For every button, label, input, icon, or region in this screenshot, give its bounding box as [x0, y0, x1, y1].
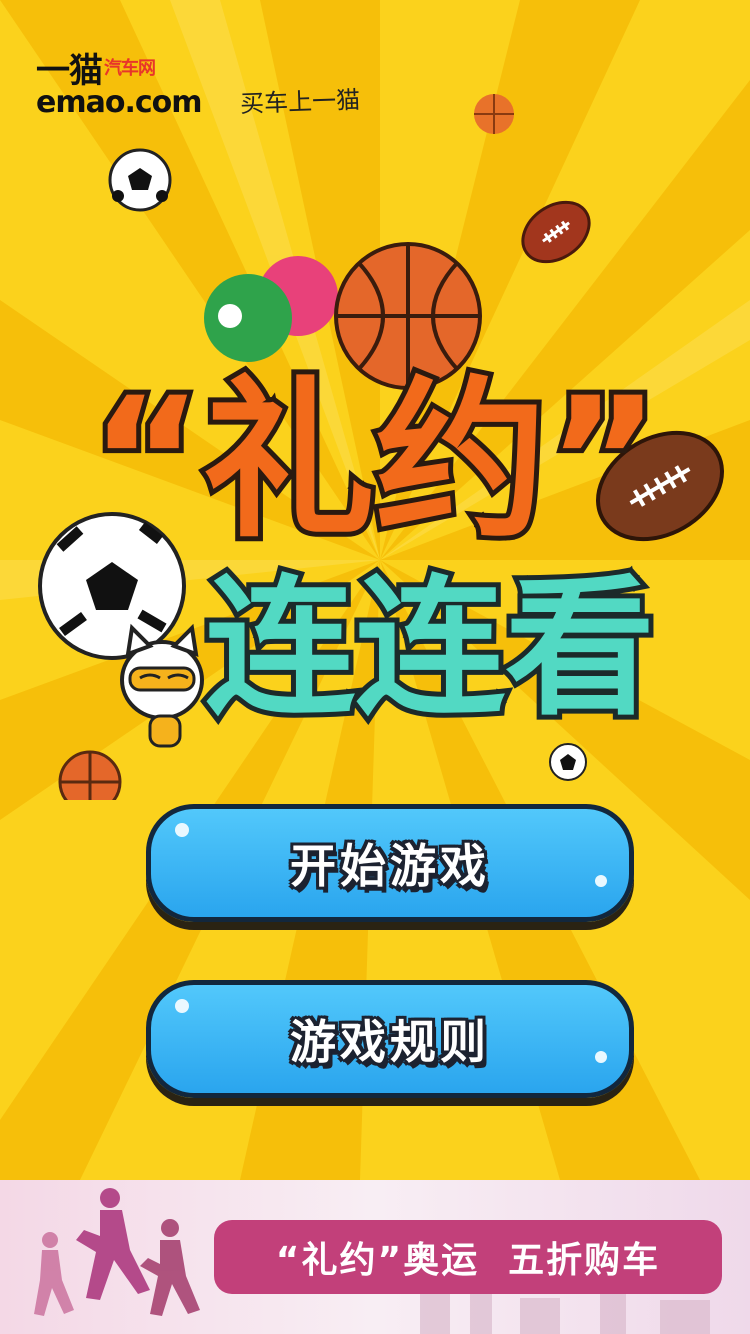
soccer-ball-icon: [108, 148, 172, 212]
title-artwork: “礼约” 连连看: [38, 94, 724, 800]
game-rules-button[interactable]: 游戏规则: [146, 980, 634, 1098]
start-game-label: 开始游戏: [290, 839, 490, 893]
ping-pong-paddle-icon: [204, 256, 338, 362]
title-line2: 连连看: [205, 562, 655, 736]
promo-pill[interactable]: “礼约”奥运 五折购车: [214, 1220, 722, 1294]
rugby-ball-icon: [521, 200, 591, 264]
start-game-button[interactable]: 开始游戏: [146, 804, 634, 922]
promo-banner[interactable]: “礼约”奥运 五折购车: [0, 1180, 750, 1334]
basketball-icon: [474, 94, 514, 134]
basketball-icon: [58, 750, 122, 800]
title-line1: “礼约”: [90, 360, 660, 561]
soccer-ball-icon: [549, 743, 587, 781]
mascot-cat-icon: [120, 623, 204, 748]
promo-text: “礼约”奥运 五折购车: [275, 1240, 661, 1281]
game-rules-label: 游戏规则: [290, 1015, 490, 1069]
